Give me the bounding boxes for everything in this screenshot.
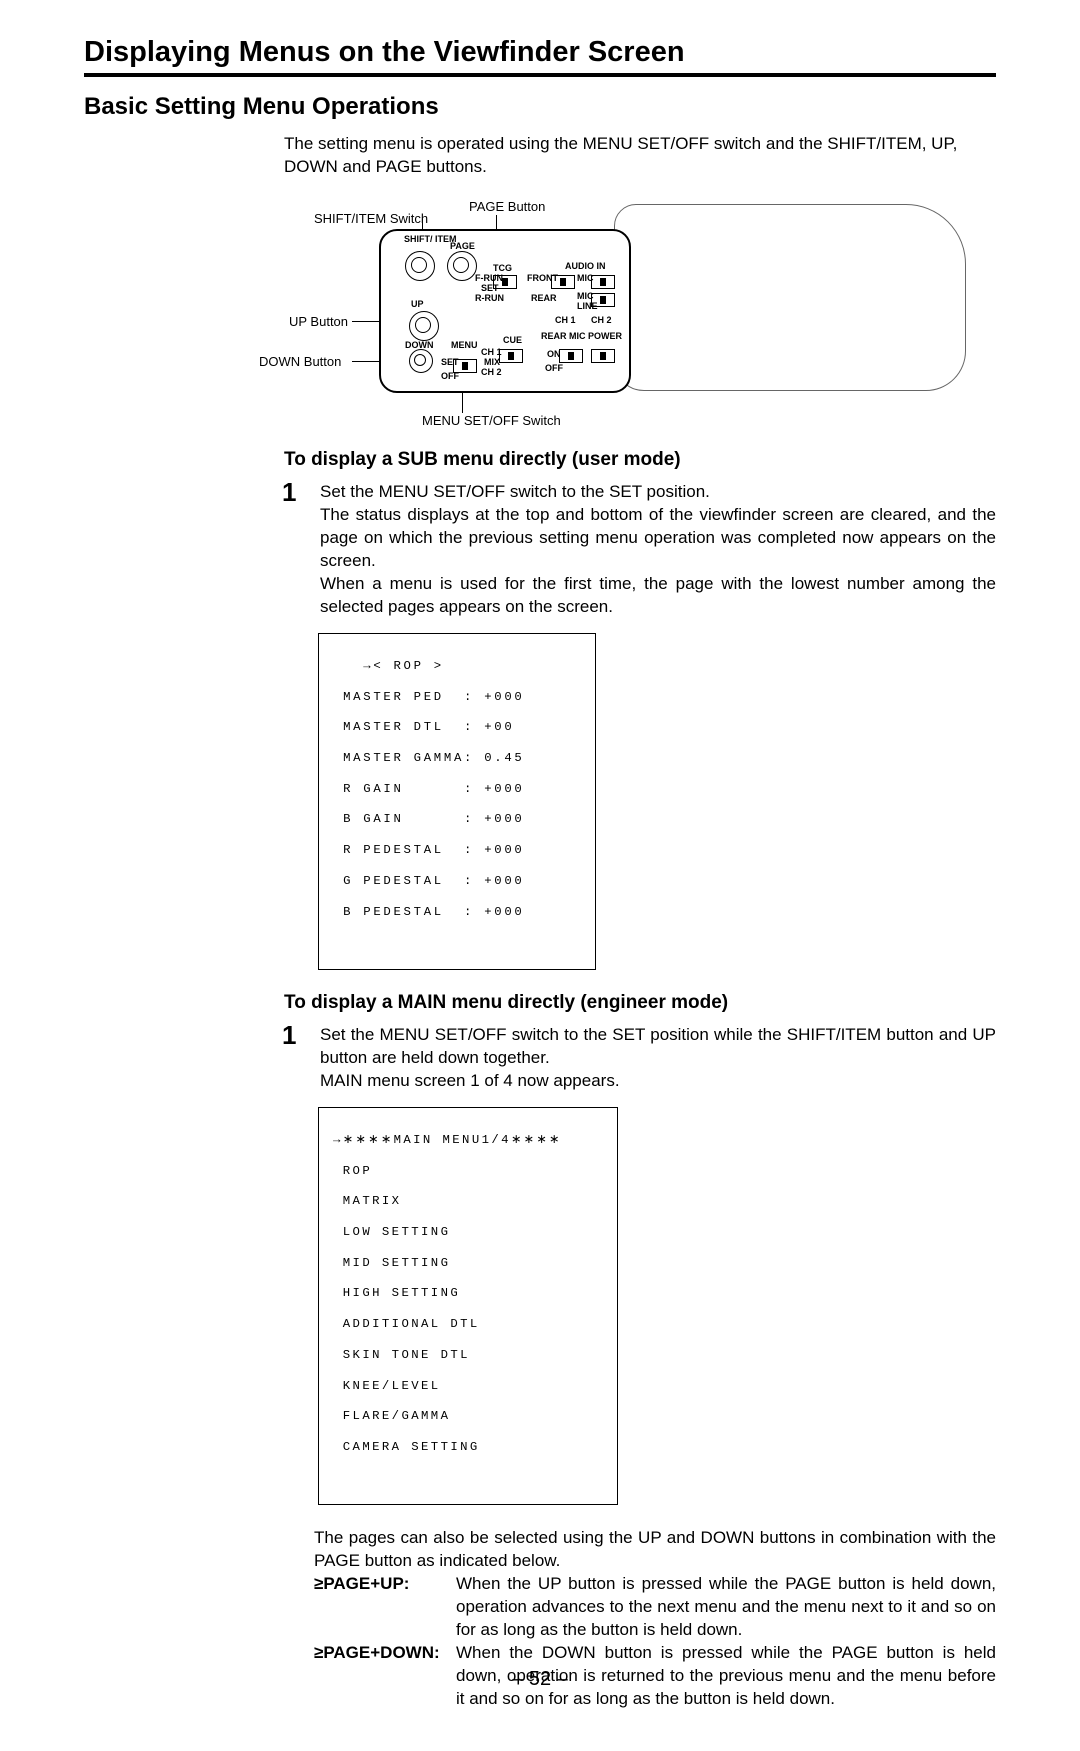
plabel-set2: SET [441, 357, 459, 367]
plabel-mic2: MIC [577, 291, 594, 301]
rop-row: B PEDESTAL : +000 [333, 905, 581, 920]
main-row: MATRIX [333, 1194, 603, 1209]
plabel-frun: F-RUN [475, 273, 503, 283]
plabel-rrun: R-RUN [475, 293, 504, 303]
main-header: →∗∗∗∗MAIN MENU1/4∗∗∗∗ [333, 1133, 603, 1148]
plabel-tcg: TCG [493, 263, 512, 273]
title-underline [84, 73, 996, 77]
plabel-audio-in: AUDIO IN [565, 261, 606, 271]
plabel-off: OFF [441, 371, 459, 381]
plabel-mic1: MIC [577, 273, 594, 283]
main-row: ADDITIONAL DTL [333, 1317, 603, 1332]
plabel-rear: REAR [531, 293, 557, 303]
label-shift-item-switch: SHIFT/ITEM Switch [314, 211, 428, 226]
rop-row: R PEDESTAL : +000 [333, 843, 581, 858]
plabel-rearmic: REAR MIC POWER [541, 331, 622, 341]
plabel-ch1: CH 1 [555, 315, 576, 325]
plabel-ch2: CH 2 [591, 315, 612, 325]
label-down-button: DOWN Button [259, 354, 341, 369]
main-row: SKIN TONE DTL [333, 1348, 603, 1363]
rop-row: MASTER PED : +000 [333, 690, 581, 705]
plabel-ch1b: CH 1 [481, 347, 502, 357]
main-menu-screen: →∗∗∗∗MAIN MENU1/4∗∗∗∗ ROP MATRIX LOW SET… [318, 1107, 618, 1506]
plabel-page: PAGE [450, 241, 475, 251]
step-number: 1 [282, 475, 296, 510]
subheading-main-menu: To display a MAIN menu directly (enginee… [284, 992, 996, 1014]
down-knob [409, 349, 433, 373]
main-row: FLARE/GAMMA [333, 1409, 603, 1424]
rop-row: B GAIN : +000 [333, 812, 581, 827]
subheading-sub-menu: To display a SUB menu directly (user mod… [284, 449, 996, 471]
rop-row: R GAIN : +000 [333, 782, 581, 797]
main-row: CAMERA SETTING [333, 1440, 603, 1455]
step1-main: 1 Set the MENU SET/OFF switch to the SET… [284, 1024, 996, 1093]
rop-row: G PEDESTAL : +000 [333, 874, 581, 889]
plabel-down: DOWN [405, 340, 434, 350]
plabel-on: ON [547, 349, 561, 359]
camera-outline [614, 204, 966, 391]
step-number: 1 [282, 1018, 296, 1053]
page-title: Displaying Menus on the Viewfinder Scree… [84, 36, 996, 69]
plabel-shift-item: SHIFT/ ITEM [404, 235, 457, 244]
step1-main-text: Set the MENU SET/OFF switch to the SET p… [320, 1025, 996, 1090]
control-panel-diagram: PAGE Button SHIFT/ITEM Switch UP Button … [174, 199, 994, 429]
intro-text: The setting menu is operated using the M… [284, 133, 996, 179]
mic-switch-1 [591, 275, 615, 289]
label-up-button: UP Button [289, 314, 348, 329]
main-row: KNEE/LEVEL [333, 1379, 603, 1394]
up-knob [409, 311, 439, 341]
main-row: MID SETTING [333, 1256, 603, 1271]
bullet-label: ≥PAGE+UP: [314, 1573, 456, 1642]
plabel-up: UP [411, 299, 424, 309]
main-row: LOW SETTING [333, 1225, 603, 1240]
bullet-desc: When the UP button is pressed while the … [456, 1573, 996, 1642]
plabel-front: FRONT [527, 273, 558, 283]
rop-row: MASTER GAMMA: 0.45 [333, 751, 581, 766]
label-menu-setoff: MENU SET/OFF Switch [422, 413, 561, 428]
bullet-page-up: ≥PAGE+UP: When the UP button is pressed … [314, 1573, 996, 1642]
section-heading: Basic Setting Menu Operations [84, 93, 996, 121]
rop-row: MASTER DTL : +00 [333, 720, 581, 735]
rearmic-switch-2 [591, 349, 615, 363]
plabel-off2: OFF [545, 363, 563, 373]
plabel-line: LINE [577, 301, 598, 311]
main-row: HIGH SETTING [333, 1286, 603, 1301]
plabel-set: SET [481, 283, 499, 293]
main-row: ROP [333, 1164, 603, 1179]
page-knob [447, 251, 477, 281]
label-page-button: PAGE Button [469, 199, 545, 214]
plabel-mix: MIX [484, 357, 500, 367]
cue-switch [499, 349, 523, 363]
step1-sub-text: Set the MENU SET/OFF switch to the SET p… [320, 482, 996, 616]
control-panel: SHIFT/ ITEM PAGE TCG AUDIO IN F-RUN SET … [379, 229, 631, 393]
rop-screen: →< ROP > MASTER PED : +000 MASTER DTL : … [318, 633, 596, 970]
plabel-ch2b: CH 2 [481, 367, 502, 377]
post-para: The pages can also be selected using the… [314, 1527, 996, 1573]
plabel-menu: MENU [451, 340, 478, 350]
plabel-cue: CUE [503, 335, 522, 345]
rop-title: →< ROP > [333, 659, 581, 674]
page-number: – 52 – [0, 1668, 1080, 1691]
step1-sub: 1 Set the MENU SET/OFF switch to the SET… [284, 481, 996, 619]
shift-item-knob [405, 251, 435, 281]
rearmic-switch-1 [559, 349, 583, 363]
